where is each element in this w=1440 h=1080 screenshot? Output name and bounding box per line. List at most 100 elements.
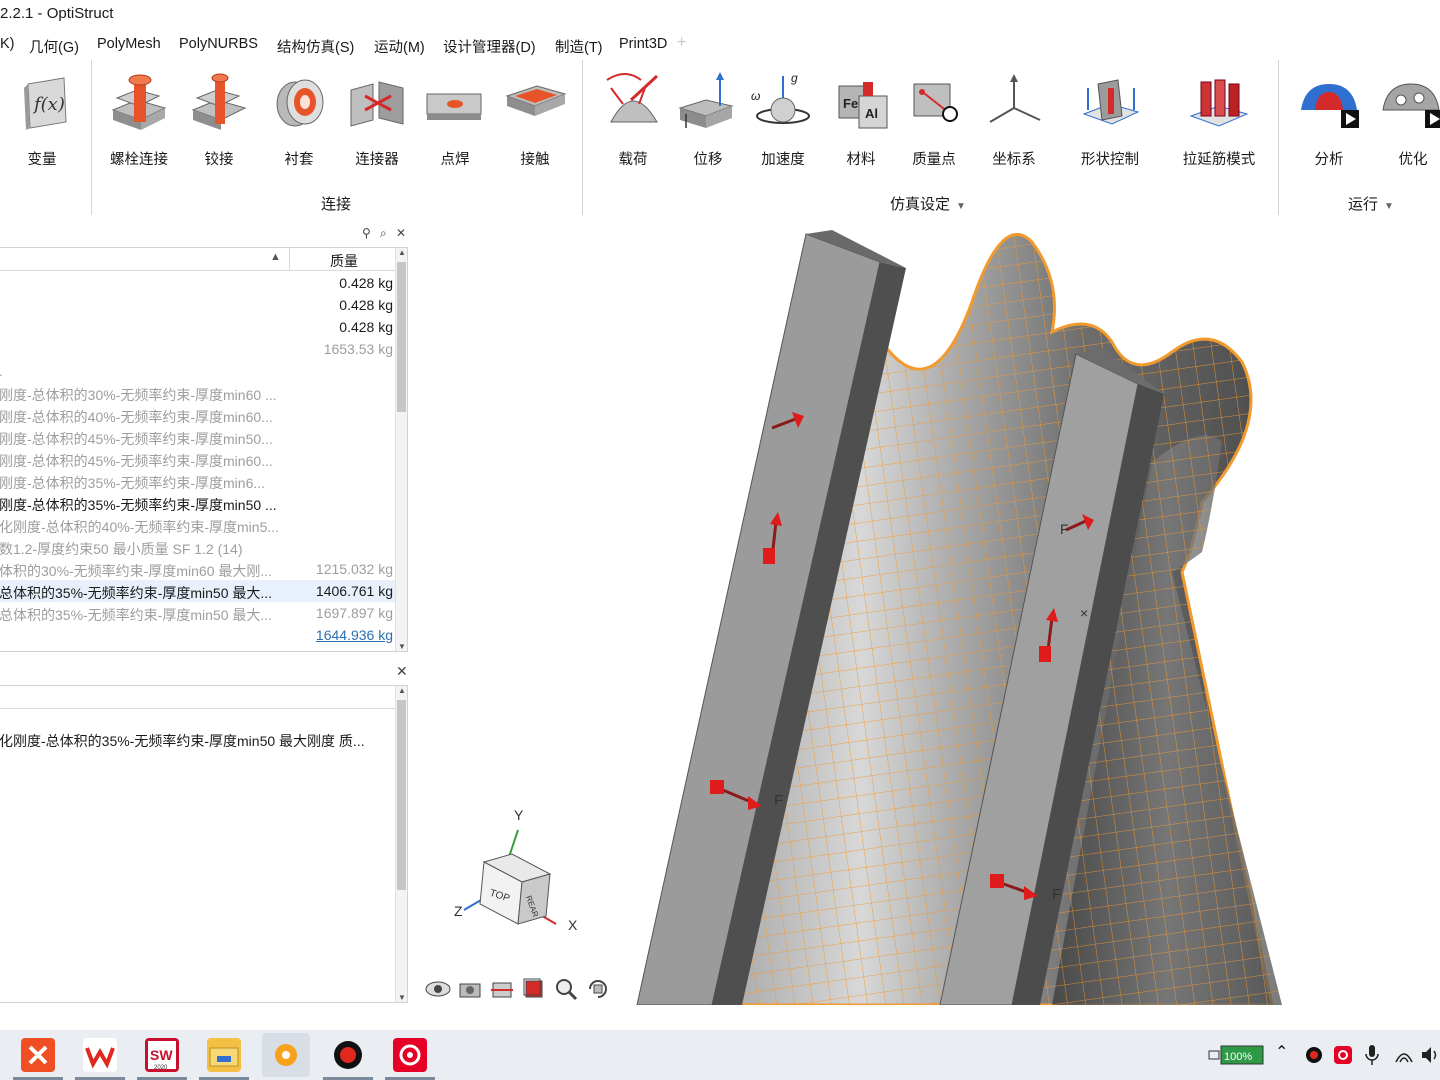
acceleration-label: 加速度 bbox=[761, 152, 805, 168]
inspire-app-icon[interactable] bbox=[262, 1033, 310, 1077]
taskbar: SW 2020 100% ⌃ bbox=[0, 1030, 1440, 1080]
hinge-button[interactable]: 铰接 bbox=[184, 70, 254, 170]
variables-button[interactable]: f(x) 变量 bbox=[7, 70, 77, 170]
result-row[interactable]: 1653.53 kg bbox=[0, 338, 395, 360]
zoom-icon[interactable] bbox=[552, 975, 580, 1003]
scroll-up-icon[interactable]: ▲ bbox=[397, 686, 407, 695]
result-row[interactable]: 总体积的35%-无频率约束-厚度min50 最大... 1406.761 kg bbox=[0, 580, 395, 602]
result-mass: 1653.53 kg bbox=[323, 341, 393, 357]
svg-text:SW: SW bbox=[150, 1047, 173, 1063]
menu-polymesh[interactable]: PolyMesh bbox=[97, 36, 161, 52]
close-icon[interactable]: ✕ bbox=[396, 663, 408, 680]
wifi-icon[interactable] bbox=[1394, 1042, 1414, 1068]
menu-structure-sim[interactable]: 结构仿真(S) bbox=[270, 36, 362, 62]
column-divider[interactable] bbox=[289, 248, 290, 271]
svg-text:g: g bbox=[791, 71, 798, 85]
result-row[interactable]: 0.428 kg bbox=[0, 316, 395, 338]
acceleration-button[interactable]: g ω 加速度 bbox=[748, 70, 818, 170]
scroll-up-icon[interactable]: ▲ bbox=[397, 248, 407, 257]
result-row[interactable]: 0.428 kg bbox=[0, 272, 395, 294]
chevron-up-icon[interactable]: ⌃ bbox=[1275, 1042, 1288, 1068]
solidworks-app-icon[interactable]: SW 2020 bbox=[137, 1038, 187, 1080]
draw-bead-label: 拉延筋模式 bbox=[1182, 152, 1256, 168]
menu-motion[interactable]: 运动(M) bbox=[374, 36, 425, 57]
menu-manufacture[interactable]: 制造(T) bbox=[555, 36, 603, 57]
file-explorer-app-icon[interactable] bbox=[199, 1038, 249, 1080]
camera-icon[interactable] bbox=[456, 975, 484, 1003]
result-row[interactable]: 刚度-总体积的40%-无频率约束-厚度min60... bbox=[0, 404, 395, 426]
displacement-button[interactable]: 位移 bbox=[673, 70, 743, 170]
record-app-icon[interactable] bbox=[323, 1038, 373, 1080]
result-row[interactable]: 体积的30%-无频率约束-厚度min60 最大刚... 1215.032 kg bbox=[0, 558, 395, 580]
contact-icon bbox=[505, 85, 567, 116]
display-options-icon[interactable] bbox=[520, 975, 548, 1003]
result-row[interactable]: 总体积的35%-无频率约束-厚度min50 最大... 1697.897 kg bbox=[0, 602, 395, 624]
svg-text:Fe: Fe bbox=[843, 96, 858, 111]
result-name: 总体积的35%-无频率约束-厚度min50 最大... bbox=[0, 607, 273, 623]
result-row[interactable]: 刚度-总体积的30%-无频率约束-厚度min60 ... bbox=[0, 382, 395, 404]
result-row[interactable]: 刚度-总体积的35%-无频率约束-厚度min6... bbox=[0, 470, 395, 492]
add-tab-icon[interactable]: + bbox=[677, 34, 686, 52]
model-viewport[interactable]: F F × F TOP REAR Y Z X bbox=[412, 222, 1440, 1005]
column-header-mass[interactable]: 质量 bbox=[330, 251, 358, 271]
netease-music-app-icon[interactable] bbox=[385, 1038, 435, 1080]
result-row[interactable]: 0.428 kg bbox=[0, 294, 395, 316]
result-row[interactable]: 化刚度-总体积的40%-无频率约束-厚度min5... bbox=[0, 514, 395, 536]
bushing-label: 衬套 bbox=[284, 152, 314, 168]
scroll-thumb[interactable] bbox=[397, 700, 406, 890]
svg-text:2020: 2020 bbox=[154, 1065, 168, 1071]
speaker-icon[interactable] bbox=[1420, 1042, 1440, 1068]
model-canvas: F F × F TOP REAR Y Z X bbox=[454, 230, 1282, 1005]
visibility-eye-icon[interactable] bbox=[424, 975, 452, 1003]
group-connection: 连接 bbox=[321, 196, 352, 213]
mass-point-button[interactable]: 质量点 bbox=[899, 70, 969, 170]
analyze-button[interactable]: 分析 bbox=[1294, 70, 1364, 170]
record-tray-icon[interactable] bbox=[1304, 1042, 1324, 1068]
group-run[interactable]: 运行 ▼ bbox=[1348, 193, 1394, 214]
battery-indicator[interactable]: 100% bbox=[1207, 1042, 1267, 1068]
contact-button[interactable]: 接触 bbox=[500, 70, 570, 170]
connector-button[interactable]: 连接器 bbox=[342, 70, 412, 170]
bushing-button[interactable]: 衬套 bbox=[264, 70, 334, 170]
search-icon[interactable]: ⌕ bbox=[380, 226, 387, 241]
result-row[interactable]: 数1.2-厚度约束50 最小质量 SF 1.2 (14) bbox=[0, 536, 395, 558]
view-cube[interactable]: TOP REAR Y Z X bbox=[454, 807, 578, 933]
microphone-icon[interactable] bbox=[1364, 1042, 1380, 1068]
coordinate-system-button[interactable]: 坐标系 bbox=[979, 70, 1049, 170]
shape-control-button[interactable]: 形状控制 bbox=[1075, 70, 1145, 170]
music-tray-icon[interactable] bbox=[1333, 1042, 1353, 1068]
menu-polynurbs[interactable]: PolyNURBS bbox=[179, 36, 258, 52]
xmind-app-icon[interactable] bbox=[13, 1038, 63, 1080]
result-row[interactable]: 1644.936 kg bbox=[0, 624, 395, 646]
wps-app-icon[interactable] bbox=[75, 1038, 125, 1080]
result-row[interactable]: 刚度-总体积的45%-无频率约束-厚度min50... bbox=[0, 426, 395, 448]
sort-ascending-icon[interactable]: ▲ bbox=[270, 251, 281, 263]
detail-scrollbar[interactable]: ▲ ▼ bbox=[395, 686, 407, 1002]
menu-bar: K) 几何(G) PolyMesh PolyNURBS 结构仿真(S) 运动(M… bbox=[0, 30, 1440, 62]
menu-geometry[interactable]: 几何(G) bbox=[29, 36, 79, 57]
group-simulation-setup[interactable]: 仿真设定 ▼ bbox=[890, 193, 966, 214]
optimize-button[interactable]: 优化 bbox=[1378, 70, 1440, 170]
result-mass[interactable]: 1644.936 kg bbox=[316, 627, 393, 643]
scroll-down-icon[interactable]: ▼ bbox=[397, 642, 407, 651]
load-button[interactable]: 载荷 bbox=[598, 70, 668, 170]
spot-weld-button[interactable]: 点焊 bbox=[420, 70, 490, 170]
draw-bead-button[interactable]: 拉延筋模式 bbox=[1183, 70, 1255, 170]
menu-k[interactable]: K) bbox=[0, 36, 15, 52]
bolt-connection-button[interactable]: 螺栓连接 bbox=[104, 70, 174, 170]
material-button[interactable]: Fe Al 材料 bbox=[826, 70, 896, 170]
scroll-down-icon[interactable]: ▼ bbox=[397, 993, 407, 1002]
menu-print3d[interactable]: Print3D bbox=[619, 36, 667, 52]
menu-design-manager[interactable]: 设计管理器(D) bbox=[443, 36, 536, 57]
scroll-thumb[interactable] bbox=[397, 262, 406, 412]
result-row[interactable]: 刚度-总体积的35%-无频率约束-厚度min50 ... bbox=[0, 492, 395, 514]
bushing-icon bbox=[276, 79, 324, 127]
close-icon[interactable]: ✕ bbox=[396, 226, 406, 240]
binoculars-icon[interactable]: ⚲ bbox=[362, 226, 371, 240]
contact-label: 接触 bbox=[520, 152, 550, 168]
results-scrollbar[interactable]: ▲ ▼ bbox=[395, 248, 407, 651]
view-controls-icon[interactable] bbox=[584, 975, 612, 1003]
section-cut-icon[interactable] bbox=[488, 975, 516, 1003]
result-row[interactable]: 刚度-总体积的45%-无频率约束-厚度min60... bbox=[0, 448, 395, 470]
result-row[interactable]: . bbox=[0, 360, 395, 382]
